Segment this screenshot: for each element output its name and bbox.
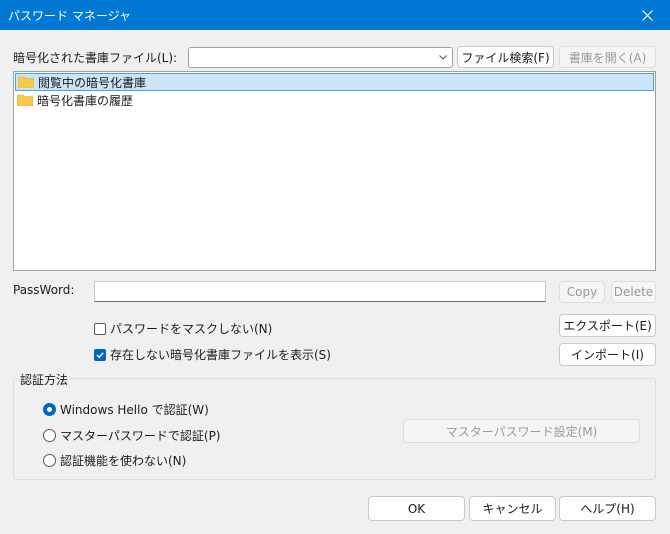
cancel-button[interactable]: キャンセル	[469, 496, 556, 521]
close-button[interactable]	[624, 0, 670, 30]
title-bar: パスワード マネージャ	[0, 0, 670, 30]
password-field[interactable]	[94, 281, 546, 302]
show-missing-checkbox[interactable]: 存在しない暗号化書庫ファイルを表示(S)	[94, 346, 331, 363]
delete-button[interactable]: Delete	[611, 281, 656, 303]
auth-option-none[interactable]: 認証機能を使わない(N)	[43, 452, 186, 469]
show-missing-label: 存在しない暗号化書庫ファイルを表示(S)	[110, 348, 331, 362]
tree-item-label: 閲覧中の暗号化書庫	[38, 75, 147, 90]
folder-icon	[17, 76, 35, 89]
no-mask-label: パスワードをマスクしない(N)	[110, 322, 273, 336]
chevron-down-icon	[439, 55, 447, 60]
copy-button[interactable]: Copy	[559, 281, 605, 303]
password-manager-dialog: パスワード マネージャ 暗号化された書庫ファイル(L): ファイル検索(F) 書…	[0, 0, 670, 534]
checkmark-icon	[96, 351, 104, 358]
no-mask-checkbox[interactable]: パスワードをマスクしない(N)	[94, 320, 272, 337]
auth-method-title: 認証方法	[17, 371, 72, 388]
file-search-button[interactable]: ファイル検索(F)	[457, 46, 554, 68]
auth-option-master-password[interactable]: マスターパスワードで認証(P)	[43, 427, 220, 444]
tree-item-current-archive[interactable]: 閲覧中の暗号化書庫	[15, 73, 654, 91]
radio-selected	[43, 403, 56, 416]
export-button[interactable]: エクスポート(E)	[559, 314, 656, 337]
radio-unselected	[43, 429, 56, 442]
import-button[interactable]: インポート(I)	[559, 343, 656, 366]
close-icon	[641, 9, 653, 21]
open-archive-button[interactable]: 書庫を開く(A)	[559, 46, 656, 68]
archive-tree[interactable]: 閲覧中の暗号化書庫 暗号化書庫の履歴	[13, 71, 656, 271]
archive-file-label: 暗号化された書庫ファイル(L):	[13, 51, 178, 65]
folder-icon	[16, 94, 34, 107]
tree-item-archive-history[interactable]: 暗号化書庫の履歴	[15, 91, 654, 109]
checkbox-checked-box	[94, 348, 106, 361]
auth-option-label: Windows Hello で認証(W)	[60, 403, 209, 417]
help-button[interactable]: ヘルプ(H)	[559, 496, 656, 521]
radio-unselected	[43, 454, 56, 467]
password-label: PassWord:	[13, 283, 75, 297]
window-title: パスワード マネージャ	[8, 9, 131, 23]
tree-item-label: 暗号化書庫の履歴	[37, 93, 134, 108]
auth-option-label: 認証機能を使わない(N)	[60, 454, 187, 468]
ok-button[interactable]: OK	[368, 496, 465, 521]
archive-file-combo[interactable]	[188, 47, 453, 68]
auth-option-windows-hello[interactable]: Windows Hello で認証(W)	[43, 401, 209, 418]
master-password-settings-button[interactable]: マスターパスワード設定(M)	[403, 419, 640, 443]
auth-option-label: マスターパスワードで認証(P)	[60, 429, 221, 443]
checkbox-box	[94, 322, 106, 335]
